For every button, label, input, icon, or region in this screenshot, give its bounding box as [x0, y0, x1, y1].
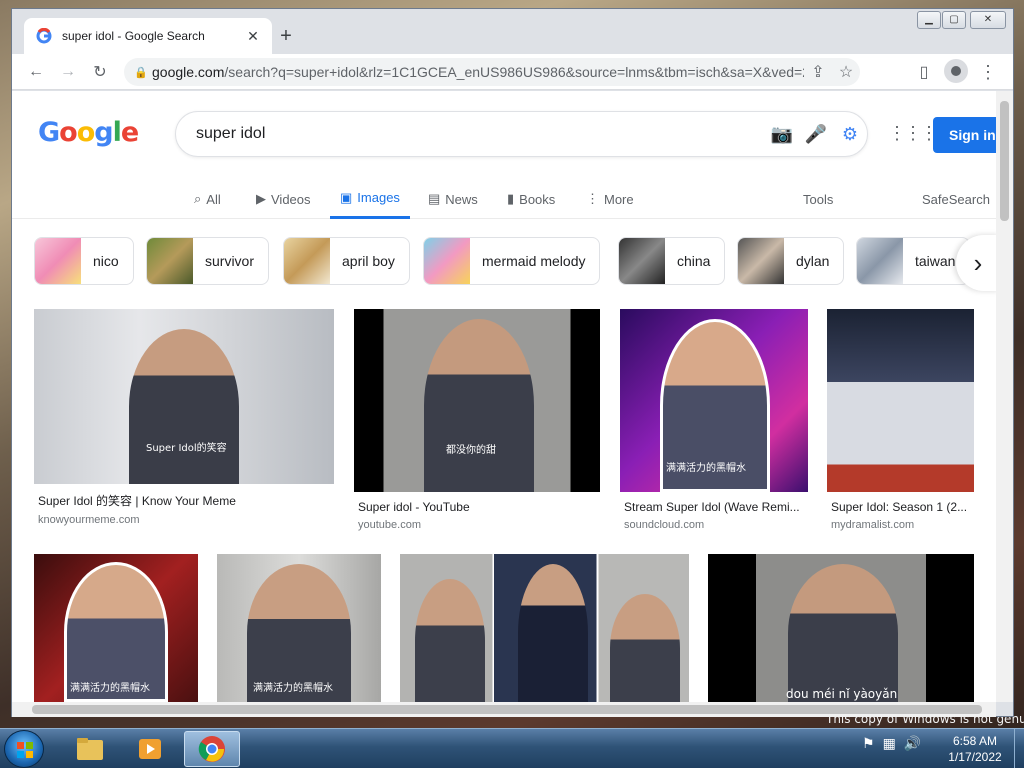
bookmark-star-icon[interactable]: ☆ — [832, 58, 860, 86]
browser-window: super idol - Google Search ✕ + ▁ ▢ ✕ ← →… — [11, 8, 1014, 717]
chip-dylan[interactable]: dylan — [737, 237, 845, 285]
image-result[interactable]: 满满活力的黑帽水 — [34, 554, 198, 702]
media-player-taskbar-button[interactable] — [122, 731, 178, 767]
result-thumbnail[interactable]: Super Idol的笑容 — [34, 309, 334, 484]
chip-taiwan[interactable]: taiwan — [856, 237, 971, 285]
image-result[interactable]: 都没你的甜 Super idol - YouTube youtube.com — [354, 309, 600, 531]
related-chips: nico survivor april boy mermaid melody c… — [34, 237, 996, 285]
new-tab-button[interactable]: + — [274, 25, 298, 49]
tab-books[interactable]: ▮ Books — [507, 179, 555, 219]
sign-in-button[interactable]: Sign in — [933, 117, 996, 153]
book-icon: ▮ — [507, 191, 515, 206]
vertical-scrollbar[interactable] — [996, 91, 1013, 702]
image-result[interactable]: Super Idol的笑容 Super Idol 的笑容 | Know Your… — [34, 309, 334, 526]
safesearch-button[interactable]: SafeSearch — [922, 179, 990, 219]
result-thumbnail[interactable] — [400, 554, 689, 702]
result-title[interactable]: Super idol - YouTube — [358, 500, 600, 514]
media-player-icon — [139, 739, 161, 759]
image-result[interactable]: Super Idol: Season 1 (2... mydramalist.c… — [827, 309, 974, 531]
result-thumbnail[interactable]: dou méi nǐ yàoyǎn — [708, 554, 974, 702]
system-tray: ⚑ ▦ 🔊 — [862, 735, 921, 752]
address-bar[interactable]: 🔒 google.com/search?q=super+idol&rlz=1C1… — [124, 58, 860, 86]
image-result[interactable]: dou méi nǐ yàoyǎn — [708, 554, 974, 702]
result-source: soundcloud.com — [624, 519, 705, 531]
search-input[interactable] — [196, 125, 765, 143]
chrome-taskbar-button[interactable] — [184, 731, 240, 767]
profile-avatar-icon[interactable] — [944, 59, 968, 83]
chip-april-boy[interactable]: april boy — [283, 237, 410, 285]
reload-icon[interactable]: ↻ — [86, 58, 114, 86]
google-favicon-icon — [36, 28, 52, 44]
search-icon: ⌕ — [194, 191, 202, 206]
taskbar-clock[interactable]: 6:58 AM 1/17/2022 — [940, 733, 1010, 765]
file-explorer-taskbar-button[interactable] — [62, 731, 118, 767]
network-icon[interactable]: ▦ — [883, 735, 896, 752]
chip-nico[interactable]: nico — [34, 237, 134, 285]
result-thumbnail[interactable]: 都没你的甜 — [354, 309, 600, 492]
image-result[interactable] — [400, 554, 689, 702]
result-title[interactable]: Super Idol: Season 1 (2... — [831, 500, 974, 514]
url-text: google.com/search?q=super+idol&rlz=1C1GC… — [152, 64, 804, 80]
search-box[interactable]: 📷 🎤 ⚙ — [175, 111, 868, 157]
apps-grid-icon[interactable]: ⋮⋮⋮ — [888, 123, 938, 144]
page-content: Google 📷 🎤 ⚙ ⋮⋮⋮ Sign in ⌕All ▶Videos ▣I… — [12, 91, 996, 702]
windows-logo-icon — [17, 742, 33, 758]
more-dots-icon: ⋮ — [586, 191, 599, 206]
tab-images[interactable]: ▣ Images — [330, 179, 410, 219]
image-result[interactable]: 满满活力的黑帽水 Stream Super Idol (Wave Remi...… — [620, 309, 808, 531]
result-thumbnail[interactable]: 满满活力的黑帽水 — [620, 309, 808, 492]
search-nav-tabs: ⌕ All ▶ Videos ▣ Images ▤ News ▮ Books ⋮ More … — [12, 179, 996, 219]
result-title[interactable]: Stream Super Idol (Wave Remi... — [624, 500, 808, 514]
search-icon[interactable]: ⚙ — [833, 117, 867, 151]
tools-button[interactable]: Tools — [803, 179, 833, 219]
chip-china[interactable]: china — [618, 237, 726, 285]
maximize-button[interactable]: ▢ — [942, 11, 966, 29]
result-source: youtube.com — [358, 519, 421, 531]
horizontal-scrollbar[interactable] — [12, 702, 996, 717]
result-thumbnail[interactable]: 满满活力的黑帽水 — [217, 554, 381, 702]
image-icon: ▣ — [340, 189, 353, 205]
news-icon: ▤ — [428, 191, 441, 206]
result-source: mydramalist.com — [831, 519, 915, 531]
action-center-flag-icon[interactable]: ⚑ — [862, 735, 875, 752]
mic-icon[interactable]: 🎤 — [799, 117, 833, 151]
tab-news[interactable]: ▤ News — [428, 179, 478, 219]
video-icon: ▶ — [256, 191, 266, 206]
chip-survivor[interactable]: survivor — [146, 237, 270, 285]
show-desktop-button[interactable] — [1014, 729, 1024, 768]
close-window-button[interactable]: ✕ — [970, 11, 1006, 29]
volume-icon[interactable]: 🔊 — [904, 735, 921, 752]
chip-mermaid-melody[interactable]: mermaid melody — [423, 237, 601, 285]
google-logo[interactable]: Google — [38, 117, 139, 148]
result-thumbnail[interactable] — [827, 309, 974, 492]
side-panel-icon[interactable]: ▯ — [910, 58, 938, 86]
lock-icon: 🔒 — [134, 66, 148, 79]
start-button[interactable] — [4, 730, 44, 768]
tab-close-icon[interactable]: ✕ — [244, 27, 262, 45]
folder-icon — [77, 738, 103, 760]
menu-kebab-icon[interactable]: ⋮ — [974, 58, 1002, 86]
windows-taskbar: ⚑ ▦ 🔊 6:58 AM 1/17/2022 — [0, 728, 1024, 768]
back-icon[interactable]: ← — [22, 58, 50, 86]
tab-more[interactable]: ⋮ More — [586, 179, 634, 219]
result-title[interactable]: Super Idol 的笑容 | Know Your Meme — [38, 492, 334, 509]
chrome-icon — [198, 736, 225, 762]
result-source: knowyourmeme.com — [38, 514, 140, 526]
forward-icon[interactable]: → — [54, 58, 82, 86]
minimize-button[interactable]: ▁ — [917, 11, 941, 29]
browser-toolbar: ← → ↻ 🔒 google.com/search?q=super+idol&r… — [12, 54, 1013, 90]
camera-icon[interactable]: 📷 — [765, 117, 799, 151]
tab-videos[interactable]: ▶ Videos — [256, 179, 311, 219]
result-thumbnail[interactable]: 满满活力的黑帽水 — [34, 554, 198, 702]
image-result[interactable]: 满满活力的黑帽水 — [217, 554, 381, 702]
tab-title: super idol - Google Search — [62, 29, 205, 43]
browser-tab[interactable]: super idol - Google Search ✕ — [24, 18, 272, 54]
tab-all[interactable]: ⌕ All — [194, 179, 221, 219]
share-icon[interactable]: ⇪ — [804, 58, 832, 86]
tab-strip: super idol - Google Search ✕ + ▁ ▢ ✕ — [12, 9, 1013, 54]
